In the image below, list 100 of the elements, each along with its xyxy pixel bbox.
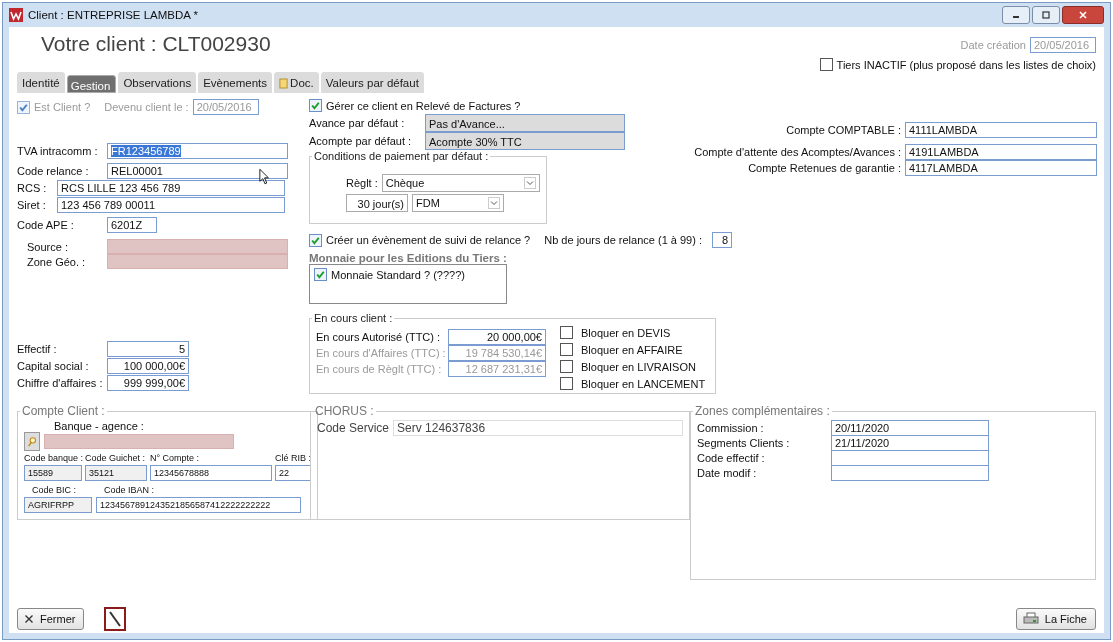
printer-icon xyxy=(1022,612,1039,626)
number-field[interactable]: 5 xyxy=(107,341,189,357)
text-field[interactable]: 4111LAMBDA xyxy=(905,122,1097,138)
text-field[interactable] xyxy=(831,465,989,481)
field-label: Compte Retenues de garantie : xyxy=(747,162,901,174)
checkbox[interactable] xyxy=(309,233,322,247)
group-title: En cours client : xyxy=(313,312,394,324)
search-button[interactable] xyxy=(24,432,40,451)
field-label: Clé RIB : xyxy=(275,453,311,463)
field-label: Zone Géo. : xyxy=(26,255,87,268)
checkbox-label: Tiers INACTIF (plus proposé dans les listes de choix) xyxy=(836,58,1096,71)
field-value: 6201Z xyxy=(111,219,143,231)
cursor-icon xyxy=(259,168,271,186)
checkbox-label: Monnaie Standard ? (????) xyxy=(331,268,465,281)
tab[interactable]: Observations xyxy=(118,72,197,93)
checkbox[interactable] xyxy=(560,360,573,373)
text-field[interactable]: 6201Z xyxy=(107,217,157,233)
checkbox[interactable] xyxy=(560,326,573,339)
field-label: Code Service xyxy=(317,421,390,435)
field-label: En cours Autorisé (TTC) : xyxy=(316,331,442,343)
field-label: Règlt : xyxy=(346,177,378,189)
group-title: Compte Client : xyxy=(21,404,106,418)
field-label: Code BIC : xyxy=(31,485,78,495)
text-field[interactable]: 123 456 789 00011 xyxy=(57,197,285,213)
group-title: Zones complémentaires : xyxy=(694,404,831,418)
close-button[interactable]: Fermer xyxy=(17,608,85,630)
text-field[interactable]: Acompte 30% TTC xyxy=(425,132,625,150)
checkbox[interactable] xyxy=(560,377,573,390)
maximize-icon xyxy=(1041,10,1051,20)
maximize-button[interactable] xyxy=(1032,6,1060,24)
text-field[interactable]: 12345678888 xyxy=(150,465,272,481)
tab[interactable]: Gestion xyxy=(66,75,117,93)
checkbox[interactable] xyxy=(819,58,833,71)
lookup-field[interactable] xyxy=(107,254,288,269)
field-label: N° Compte : xyxy=(150,453,201,463)
text-field[interactable]: 22 xyxy=(275,465,311,481)
field-label: Commission : xyxy=(697,421,765,434)
checkbox[interactable] xyxy=(560,343,573,356)
field-value: RCS LILLE 123 456 789 xyxy=(61,182,181,194)
text-field[interactable]: 4191LAMBDA xyxy=(905,144,1097,160)
lookup-field[interactable] xyxy=(107,239,288,254)
text-field[interactable]: 4117LAMBDA xyxy=(905,160,1097,176)
text-field[interactable]: FR123456789 xyxy=(107,143,288,159)
field-label: Code IBAN : xyxy=(103,485,156,495)
text-field[interactable] xyxy=(831,450,989,466)
field-label: Avance par défaut : xyxy=(309,117,406,129)
tab[interactable]: Doc. xyxy=(274,72,319,93)
tab[interactable]: Identité xyxy=(17,72,65,93)
group-title: Conditions de paiement par défaut : xyxy=(313,150,490,162)
field-label: Code APE : xyxy=(17,219,75,231)
field-label: Banque - agence : xyxy=(53,420,145,432)
field-label: Siret : xyxy=(17,199,47,211)
field-label: Compte d'attente des Acomptes/Avances : xyxy=(693,146,901,158)
text-field[interactable]: 15589 xyxy=(24,465,82,481)
field-label: Devenu client le : xyxy=(104,101,189,113)
app-logo-icon xyxy=(9,8,23,22)
dropdown[interactable]: FDM xyxy=(412,194,504,212)
field-label: En cours d'Affaires (TTC) : xyxy=(316,347,444,359)
lookup-field[interactable] xyxy=(44,434,234,449)
number-field[interactable]: 8 xyxy=(712,232,732,248)
text-field[interactable]: 20/11/2020 xyxy=(831,420,989,436)
checkbox-label: Gérer ce client en Relevé de Factures ? xyxy=(326,99,521,112)
text-field[interactable]: RCS LILLE 123 456 789 xyxy=(57,180,285,196)
checkbox[interactable] xyxy=(309,99,322,112)
text-field[interactable]: 30 jour(s) xyxy=(346,194,408,212)
minimize-button[interactable] xyxy=(1002,6,1030,24)
checkbox-label: Bloquer en AFFAIRE xyxy=(581,343,683,356)
field-label: Chiffre d'affaires : xyxy=(17,377,103,389)
number-field[interactable]: 100 000,00€ xyxy=(107,358,189,374)
section-title: Monnaie pour les Editions du Tiers : xyxy=(309,252,508,264)
checkbox-label: Bloquer en LIVRAISON xyxy=(581,360,696,373)
field-label: Source : xyxy=(26,240,69,253)
checkbox[interactable] xyxy=(314,268,327,281)
close-button[interactable] xyxy=(1062,6,1104,24)
text-field[interactable]: Serv 124637836 xyxy=(393,420,684,436)
text-field[interactable]: Pas d'Avance... xyxy=(425,114,625,132)
page-heading: Votre client : CLT002930 xyxy=(40,32,271,57)
number-field[interactable]: 999 999,00€ xyxy=(107,375,189,391)
field-value: REL00001 xyxy=(111,165,163,177)
search-icon xyxy=(27,435,37,448)
field-label: En cours de Règlt (TTC) : xyxy=(316,363,443,375)
checkbox-label: Bloquer en LANCEMENT xyxy=(581,377,706,390)
field-label: RCS : xyxy=(17,182,48,194)
text-field[interactable]: 21/11/2020 xyxy=(831,435,989,451)
tab[interactable]: Valeurs par défaut xyxy=(320,72,424,93)
text-field[interactable]: 35121 xyxy=(85,465,147,481)
dropdown[interactable]: Chèque xyxy=(381,174,540,192)
text-field[interactable]: REL00001 xyxy=(107,163,288,179)
field-label: Segments Clients : xyxy=(697,436,791,449)
field-label: Compte COMPTABLE : xyxy=(785,124,901,136)
tab[interactable]: Evènements xyxy=(198,72,273,93)
amount-field[interactable]: 20 000,00€ xyxy=(448,329,546,345)
text-field[interactable]: 1234567891243521856587412222222222 xyxy=(96,497,301,513)
text-field[interactable]: AGRIFRPP xyxy=(24,497,92,513)
print-button[interactable]: La Fiche xyxy=(1015,608,1096,630)
checkbox-label: Est Client ? xyxy=(34,101,91,113)
field-label: Acompte par défaut : xyxy=(309,135,413,147)
field-label: Nb de jours de relance (1 à 99) : xyxy=(544,234,702,246)
pen-icon[interactable] xyxy=(104,607,127,631)
field-label: Code effectif : xyxy=(697,451,766,464)
